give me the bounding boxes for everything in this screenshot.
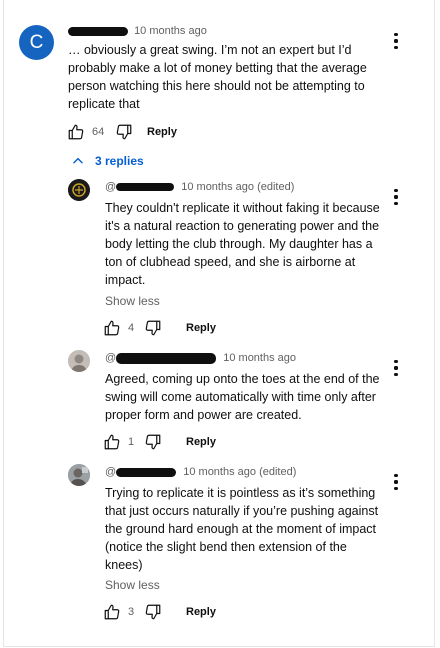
thumbs-down-icon bbox=[145, 320, 161, 336]
reply-button[interactable]: Reply bbox=[186, 606, 216, 618]
thumbs-down-icon bbox=[145, 434, 161, 450]
reply-text: Trying to replicate it is pointless as i… bbox=[105, 486, 379, 572]
replies-count-label: 3 replies bbox=[95, 154, 144, 168]
avatar-emblem-icon bbox=[68, 179, 90, 201]
comment-header: 10 months ago bbox=[68, 25, 207, 37]
redacted-author-name bbox=[116, 183, 175, 192]
reply-actions: 1 Reply bbox=[102, 432, 216, 452]
like-button[interactable] bbox=[66, 122, 86, 142]
chevron-up-icon bbox=[73, 157, 83, 164]
dislike-button[interactable] bbox=[143, 602, 163, 622]
reply-author-prefix[interactable]: @ bbox=[105, 466, 116, 478]
show-less-button[interactable]: Show less bbox=[105, 294, 160, 308]
reply-header: @ 10 months ago (edited) bbox=[105, 181, 294, 193]
reply-text: They couldn't replicate it without fakin… bbox=[105, 201, 380, 287]
reply-button[interactable]: Reply bbox=[186, 322, 216, 334]
reply-time[interactable]: 10 months ago (edited) bbox=[181, 181, 294, 193]
like-count: 64 bbox=[92, 126, 105, 138]
dislike-button[interactable] bbox=[143, 432, 163, 452]
replies-toggle-button[interactable]: 3 replies bbox=[71, 154, 144, 168]
thumbs-up-icon bbox=[68, 124, 84, 140]
thumbs-down-icon bbox=[145, 604, 161, 620]
dislike-button[interactable] bbox=[114, 122, 134, 142]
comment-time[interactable]: 10 months ago bbox=[134, 25, 207, 37]
redacted-author-name bbox=[68, 26, 128, 36]
avatar-photo-icon bbox=[68, 350, 90, 372]
thumbs-up-icon bbox=[104, 434, 120, 450]
avatar[interactable]: C bbox=[19, 25, 54, 60]
like-button[interactable] bbox=[102, 318, 122, 338]
reply-button[interactable]: Reply bbox=[186, 436, 216, 448]
redacted-author-name bbox=[116, 467, 177, 477]
reply-header: @ 10 months ago bbox=[105, 352, 296, 364]
reply-actions: 3 Reply bbox=[102, 602, 216, 622]
thumbs-up-icon bbox=[104, 604, 120, 620]
redacted-author-name bbox=[116, 352, 217, 364]
like-count: 1 bbox=[128, 436, 135, 448]
reply-menu-button[interactable] bbox=[391, 359, 401, 377]
reply-menu-button[interactable] bbox=[391, 188, 401, 206]
reply-header: @ 10 months ago (edited) bbox=[105, 466, 296, 478]
comment-menu-button[interactable] bbox=[391, 32, 401, 50]
reply-author-prefix[interactable]: @ bbox=[105, 352, 116, 364]
thumbs-up-icon bbox=[104, 320, 120, 336]
avatar[interactable] bbox=[68, 179, 90, 201]
avatar-letter: C bbox=[29, 31, 44, 53]
reply-text: Agreed, coming up onto the toes at the e… bbox=[105, 372, 380, 422]
thumbs-down-icon bbox=[116, 124, 132, 140]
reply-menu-button[interactable] bbox=[391, 473, 401, 491]
like-button[interactable] bbox=[102, 432, 122, 452]
avatar[interactable] bbox=[68, 464, 90, 486]
like-count: 3 bbox=[128, 606, 135, 618]
dislike-button[interactable] bbox=[143, 318, 163, 338]
reply-author-prefix[interactable]: @ bbox=[105, 181, 116, 193]
reply-button[interactable]: Reply bbox=[147, 126, 177, 138]
avatar-photo-icon bbox=[68, 464, 90, 486]
like-button[interactable] bbox=[102, 602, 122, 622]
like-count: 4 bbox=[128, 322, 135, 334]
comment-actions: 64 Reply bbox=[66, 122, 177, 142]
reply-time[interactable]: 10 months ago (edited) bbox=[183, 466, 296, 478]
reply-actions: 4 Reply bbox=[102, 318, 216, 338]
show-less-button[interactable]: Show less bbox=[105, 578, 160, 592]
avatar[interactable] bbox=[68, 350, 90, 372]
reply-time[interactable]: 10 months ago bbox=[223, 352, 296, 364]
comment-text: … obviously a great swing. I’m not an ex… bbox=[68, 43, 367, 111]
